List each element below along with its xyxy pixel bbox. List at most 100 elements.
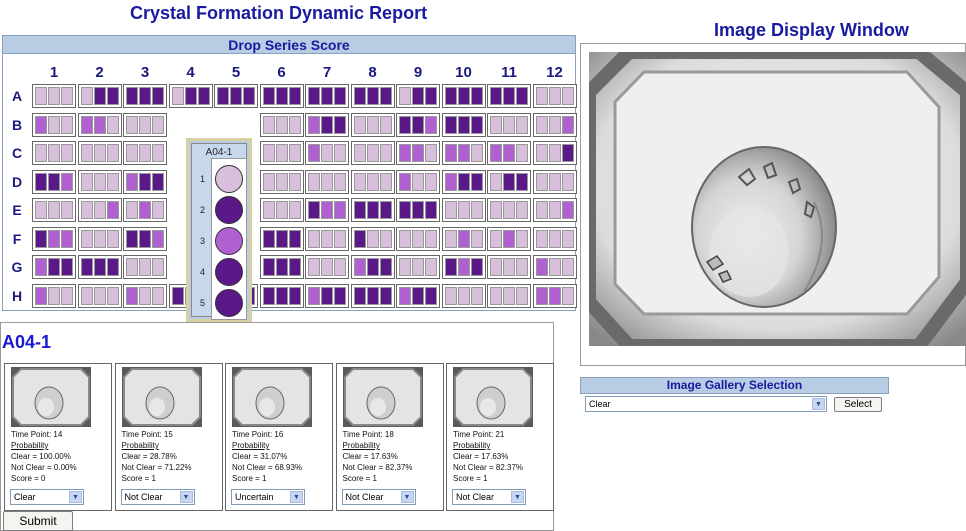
well-B10[interactable] xyxy=(441,112,486,137)
well-A7[interactable] xyxy=(305,84,349,108)
well-H10[interactable] xyxy=(441,283,486,308)
score-select[interactable]: Uncertain ▼ xyxy=(231,489,305,505)
well-F8[interactable] xyxy=(350,226,395,251)
well-E1[interactable] xyxy=(32,198,76,222)
well-F3[interactable] xyxy=(123,226,167,251)
select-button[interactable]: Select xyxy=(834,397,882,412)
well-C2[interactable] xyxy=(77,141,122,165)
score-select[interactable]: Clear ▼ xyxy=(10,489,84,505)
well-A4[interactable] xyxy=(168,84,213,108)
well-A6[interactable] xyxy=(259,84,304,108)
time-point-thumbnail[interactable] xyxy=(121,367,202,427)
well-H8[interactable] xyxy=(350,283,395,308)
well-H6[interactable] xyxy=(259,283,304,308)
well-G10[interactable] xyxy=(441,255,486,279)
chevron-down-icon[interactable]: ▼ xyxy=(290,491,303,503)
well-H9[interactable] xyxy=(396,283,440,308)
well-E2[interactable] xyxy=(77,198,122,222)
well-D10[interactable] xyxy=(441,169,486,194)
well-D3[interactable] xyxy=(123,169,167,194)
drop-circle[interactable] xyxy=(215,258,243,286)
well-E9[interactable] xyxy=(396,198,440,222)
well-F7[interactable] xyxy=(305,226,349,251)
chevron-down-icon[interactable]: ▼ xyxy=(812,398,825,410)
well-C6[interactable] xyxy=(259,141,304,165)
well-D12[interactable] xyxy=(532,169,577,194)
time-point-thumbnail[interactable] xyxy=(11,367,91,427)
drop-circle[interactable] xyxy=(215,227,243,255)
well-H7[interactable] xyxy=(305,283,349,308)
well-A1[interactable] xyxy=(32,84,76,108)
well-F2[interactable] xyxy=(77,226,122,251)
score-select[interactable]: Not Clear ▼ xyxy=(120,489,195,505)
well-A8[interactable] xyxy=(350,84,395,108)
well-B2[interactable] xyxy=(77,112,122,137)
well-H11[interactable] xyxy=(487,283,531,308)
well-G1[interactable] xyxy=(32,255,76,279)
well-H2[interactable] xyxy=(77,283,122,308)
well-G11[interactable] xyxy=(487,255,531,279)
time-point-thumbnail[interactable] xyxy=(342,367,423,427)
well-B6[interactable] xyxy=(259,112,304,137)
well-F12[interactable] xyxy=(532,226,577,251)
well-E3[interactable] xyxy=(123,198,167,222)
time-point-thumbnail[interactable] xyxy=(453,367,533,427)
well-C12[interactable] xyxy=(532,141,577,165)
well-E12[interactable] xyxy=(532,198,577,222)
well-D2[interactable] xyxy=(77,169,122,194)
well-A10[interactable] xyxy=(441,84,486,108)
score-select[interactable]: Not Clear ▼ xyxy=(452,489,526,505)
well-F10[interactable] xyxy=(441,226,486,251)
gallery-select[interactable]: Clear ▼ xyxy=(585,396,827,412)
well-B8[interactable] xyxy=(350,112,395,137)
well-B9[interactable] xyxy=(396,112,440,137)
chevron-down-icon[interactable]: ▼ xyxy=(179,491,193,503)
well-E10[interactable] xyxy=(441,198,486,222)
well-D9[interactable] xyxy=(396,169,440,194)
well-B11[interactable] xyxy=(487,112,531,137)
well-A5[interactable] xyxy=(214,84,258,108)
well-G12[interactable] xyxy=(532,255,577,279)
well-B12[interactable] xyxy=(532,112,577,137)
well-E6[interactable] xyxy=(259,198,304,222)
well-C10[interactable] xyxy=(441,141,486,165)
well-C9[interactable] xyxy=(396,141,440,165)
well-E7[interactable] xyxy=(305,198,349,222)
well-D1[interactable] xyxy=(32,169,76,194)
well-B1[interactable] xyxy=(32,112,76,137)
well-G8[interactable] xyxy=(350,255,395,279)
well-G6[interactable] xyxy=(259,255,304,279)
well-A9[interactable] xyxy=(396,84,440,108)
well-C1[interactable] xyxy=(32,141,76,165)
well-E8[interactable] xyxy=(350,198,395,222)
well-F9[interactable] xyxy=(396,226,440,251)
well-D11[interactable] xyxy=(487,169,531,194)
well-H1[interactable] xyxy=(32,283,76,308)
well-A3[interactable] xyxy=(123,84,167,108)
well-G2[interactable] xyxy=(77,255,122,279)
well-B7[interactable] xyxy=(305,112,349,137)
chevron-down-icon[interactable]: ▼ xyxy=(511,491,524,503)
well-F1[interactable] xyxy=(32,226,76,251)
well-H12[interactable] xyxy=(532,283,577,308)
chevron-down-icon[interactable]: ▼ xyxy=(69,491,82,503)
chevron-down-icon[interactable]: ▼ xyxy=(400,491,414,503)
drop-circle[interactable] xyxy=(215,289,243,317)
well-G3[interactable] xyxy=(123,255,167,279)
well-D7[interactable] xyxy=(305,169,349,194)
well-C8[interactable] xyxy=(350,141,395,165)
well-B3[interactable] xyxy=(123,112,167,137)
drop-circle[interactable] xyxy=(215,196,243,224)
well-A12[interactable] xyxy=(532,84,577,108)
well-A11[interactable] xyxy=(487,84,531,108)
well-E11[interactable] xyxy=(487,198,531,222)
drop-circle[interactable] xyxy=(215,165,243,193)
well-C3[interactable] xyxy=(123,141,167,165)
well-F11[interactable] xyxy=(487,226,531,251)
well-C7[interactable] xyxy=(305,141,349,165)
well-C11[interactable] xyxy=(487,141,531,165)
score-select[interactable]: Not Clear ▼ xyxy=(341,489,416,505)
well-F6[interactable] xyxy=(259,226,304,251)
well-H3[interactable] xyxy=(123,283,167,308)
well-G9[interactable] xyxy=(396,255,440,279)
